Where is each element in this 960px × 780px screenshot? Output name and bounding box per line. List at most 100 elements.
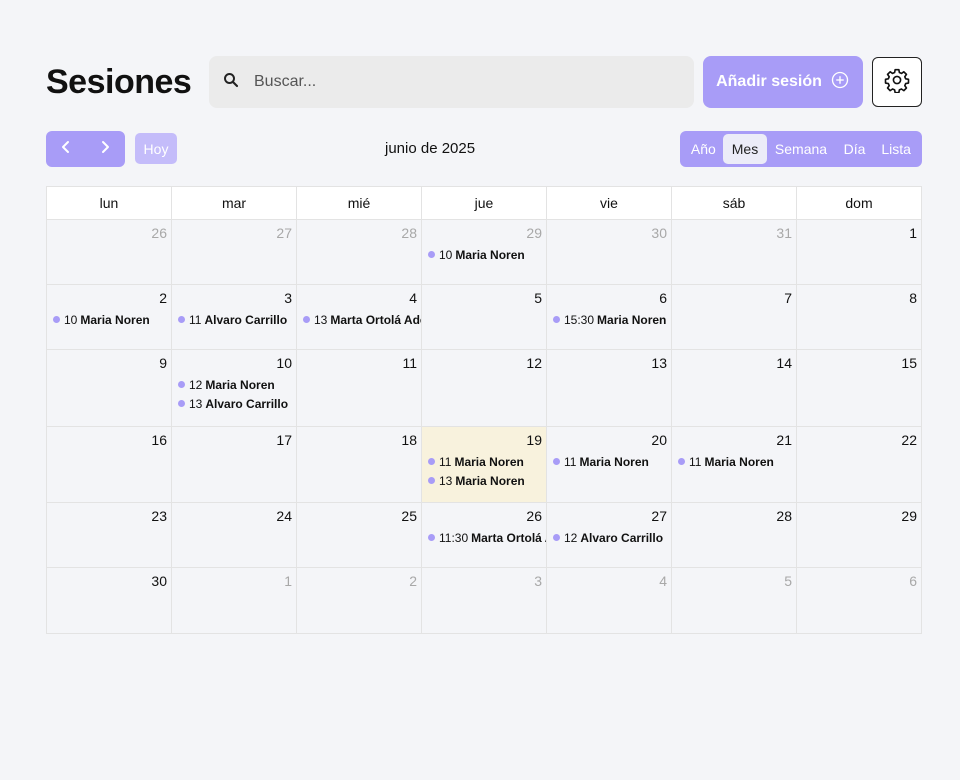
day-cell[interactable]: 29 (797, 503, 921, 567)
view-month-button[interactable]: Mes (722, 134, 768, 164)
search-input[interactable] (254, 73, 674, 91)
day-cell[interactable]: 11 (297, 350, 422, 426)
day-cell[interactable]: 14 (672, 350, 797, 426)
session-event[interactable]: 12 Maria Noren (172, 375, 296, 394)
event-time: 12 (189, 377, 203, 392)
session-event[interactable]: 10 Maria Noren (47, 310, 171, 329)
view-week-button[interactable]: Semana (767, 134, 834, 164)
day-cell[interactable]: 17 (172, 427, 297, 502)
session-event[interactable]: 15:30 Maria Noren (547, 310, 671, 329)
day-cell[interactable]: 24 (172, 503, 297, 567)
day-cell[interactable]: 4 13Marta Ortolá Adell (297, 285, 422, 349)
day-cell[interactable]: 22 (797, 427, 921, 502)
add-session-button[interactable]: Añadir sesión (703, 56, 863, 108)
session-event[interactable]: 13 Alvaro Carrillo (172, 394, 296, 413)
prev-month-button[interactable] (46, 131, 85, 167)
session-event[interactable]: 11:30Marta Ortolá Adell (422, 528, 546, 547)
day-cell[interactable]: 8 (797, 285, 921, 349)
view-switcher: Año Mes Semana Día Lista (680, 131, 922, 167)
day-cell[interactable]: 28 (297, 220, 422, 284)
session-event[interactable]: 13 Maria Noren (422, 471, 546, 490)
day-number: 22 (901, 432, 917, 448)
day-cell[interactable]: 26 (47, 220, 172, 284)
day-cell[interactable]: 9 (47, 350, 172, 426)
session-event[interactable]: 11 Alvaro Carrillo (172, 310, 296, 329)
day-number: 29 (526, 225, 542, 241)
view-day-button[interactable]: Día (835, 134, 875, 164)
search-box[interactable] (209, 56, 694, 108)
day-number: 2 (159, 290, 167, 306)
day-cell[interactable]: 3 11 Alvaro Carrillo (172, 285, 297, 349)
day-number: 26 (526, 508, 542, 524)
event-client-name: Alvaro Carrillo (204, 312, 288, 327)
day-cell[interactable]: 1 (797, 220, 921, 284)
session-event[interactable]: 11 Maria Noren (547, 452, 671, 471)
event-dot-icon (178, 381, 185, 388)
day-cell[interactable]: 21 11 Maria Noren (672, 427, 797, 502)
event-time: 13 (439, 473, 453, 488)
day-cell[interactable]: 2 10 Maria Noren (47, 285, 172, 349)
day-number: 21 (776, 432, 792, 448)
day-number: 8 (909, 290, 917, 306)
day-cell[interactable]: 3 (422, 568, 547, 633)
day-cell[interactable]: 28 (672, 503, 797, 567)
day-number: 29 (901, 508, 917, 524)
session-event[interactable]: 11 Maria Noren (672, 452, 796, 471)
add-session-label: Añadir sesión (716, 73, 822, 90)
session-event[interactable]: 11 Maria Noren (422, 452, 546, 471)
event-time: 11:30 (439, 530, 469, 545)
day-cell[interactable]: 5 (672, 568, 797, 633)
day-number: 25 (401, 508, 417, 524)
event-dot-icon (428, 477, 435, 484)
day-cell[interactable]: 12 (422, 350, 547, 426)
chevron-left-icon (59, 140, 73, 159)
day-number: 6 (659, 290, 667, 306)
day-cell[interactable]: 27 (172, 220, 297, 284)
day-number: 18 (401, 432, 417, 448)
day-number: 26 (151, 225, 167, 241)
session-event[interactable]: 12 Alvaro Carrillo (547, 528, 671, 547)
day-cell[interactable]: 16 (47, 427, 172, 502)
day-cell-today[interactable]: 19 11 Maria Noren 13 Maria Noren (422, 427, 547, 502)
day-cell[interactable]: 25 (297, 503, 422, 567)
event-time: 13 (189, 396, 203, 411)
day-cell[interactable]: 5 (422, 285, 547, 349)
day-number: 11 (402, 355, 417, 371)
settings-button[interactable] (872, 57, 922, 107)
day-cell[interactable]: 15 (797, 350, 921, 426)
day-cell[interactable]: 18 (297, 427, 422, 502)
day-cell[interactable]: 4 (547, 568, 672, 633)
session-event[interactable]: 13Marta Ortolá Adell (297, 310, 421, 329)
day-cell[interactable]: 6 (797, 568, 921, 633)
day-cell[interactable]: 20 11 Maria Noren (547, 427, 672, 502)
day-cell[interactable]: 13 (547, 350, 672, 426)
day-cell[interactable]: 27 12 Alvaro Carrillo (547, 503, 672, 567)
day-number: 7 (784, 290, 792, 306)
day-cell[interactable]: 30 (547, 220, 672, 284)
next-month-button[interactable] (85, 131, 124, 167)
day-number: 4 (659, 573, 667, 589)
view-year-button[interactable]: Año (684, 134, 723, 164)
today-button[interactable]: Hoy (135, 133, 177, 164)
day-cell[interactable]: 26 11:30Marta Ortolá Adell (422, 503, 547, 567)
day-cell[interactable]: 29 10 Maria Noren (422, 220, 547, 284)
day-cell[interactable]: 10 12 Maria Noren 13 Alvaro Carrillo (172, 350, 297, 426)
event-time: 10 (439, 247, 453, 262)
page-title: Sesiones (46, 62, 192, 101)
session-event[interactable]: 10 Maria Noren (422, 245, 546, 264)
day-cell[interactable]: 2 (297, 568, 422, 633)
day-number: 24 (276, 508, 292, 524)
event-time: 15:30 (564, 312, 595, 327)
event-client-name: Maria Noren (80, 312, 150, 327)
view-list-button[interactable]: Lista (874, 134, 918, 164)
day-cell[interactable]: 31 (672, 220, 797, 284)
week-row: 2 10 Maria Noren 3 11 Alvaro Carrillo 4 13 Marta… (47, 285, 921, 350)
day-cell[interactable]: 23 (47, 503, 172, 567)
day-cell[interactable]: 1 (172, 568, 297, 633)
day-number: 20 (651, 432, 667, 448)
day-cell[interactable]: 6 15:30 Maria Noren (547, 285, 672, 349)
event-client-name: Maria Noren (205, 377, 275, 392)
day-cell[interactable]: 7 (672, 285, 797, 349)
day-cell[interactable]: 30 (47, 568, 172, 633)
weekday-label: dom (845, 195, 873, 211)
